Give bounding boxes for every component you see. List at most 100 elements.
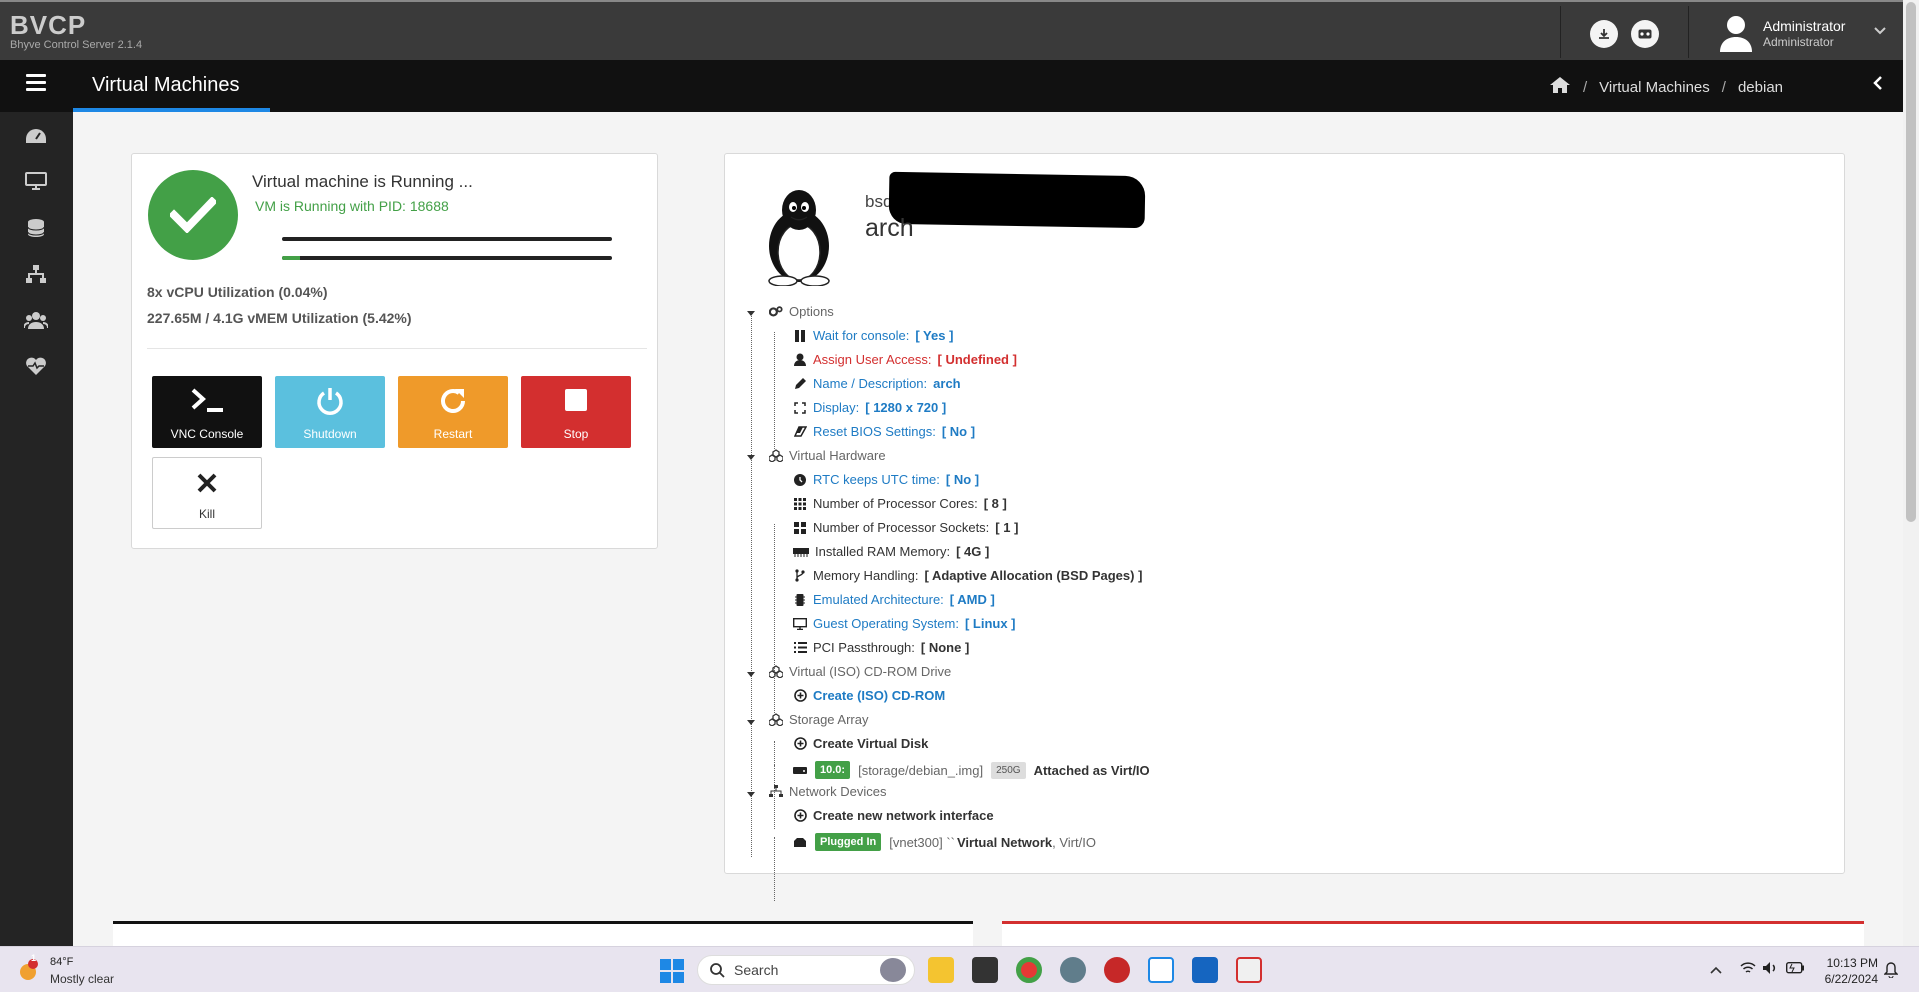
- clock-time[interactable]: 10:13 PM: [1818, 956, 1878, 970]
- nic-item[interactable]: Plugged In [vnet300] `` Virtual Network,…: [793, 833, 1096, 851]
- tree-section-cdrom[interactable]: Virtual (ISO) CD-ROM Drive: [769, 664, 951, 679]
- breadcrumb-item[interactable]: Virtual Machines: [1599, 79, 1710, 96]
- app-icon[interactable]: [1104, 957, 1130, 983]
- chevron-down-icon[interactable]: [1874, 22, 1886, 38]
- snipping-tool-icon[interactable]: [1236, 957, 1262, 983]
- tree-item-pci[interactable]: PCI Passthrough:[ None ]: [793, 640, 969, 655]
- heartbeat-icon[interactable]: [24, 354, 48, 378]
- shutdown-button[interactable]: Shutdown: [275, 376, 385, 448]
- plus-circle-icon: [793, 737, 807, 751]
- mem-bar-fill: [282, 256, 300, 260]
- memory-icon: [793, 545, 809, 559]
- volume-icon[interactable]: [1762, 961, 1778, 980]
- battery-icon[interactable]: [1785, 961, 1804, 979]
- tree-item-assign-user[interactable]: Assign User Access:[ Undefined ]: [793, 352, 1017, 367]
- tree-item-memory-handling[interactable]: Memory Handling:[ Adaptive Allocation (B…: [793, 568, 1142, 583]
- scrollbar-thumb[interactable]: [1906, 2, 1916, 522]
- file-explorer-icon[interactable]: [928, 957, 954, 983]
- windows-start-icon[interactable]: [660, 959, 684, 988]
- tree-section-options[interactable]: Options: [769, 304, 834, 319]
- bell-icon[interactable]: [1883, 962, 1899, 983]
- create-nic-link[interactable]: Create new network interface: [793, 808, 994, 823]
- cpu-utilization: 8x vCPU Utilization (0.04%): [147, 284, 328, 300]
- microchip-icon: [793, 593, 807, 607]
- mem-bar: [282, 256, 612, 260]
- tree-line: [774, 524, 775, 713]
- ethernet-icon: [793, 835, 807, 849]
- users-icon[interactable]: [24, 308, 48, 332]
- status-panel: Virtual machine is Running ... VM is Run…: [131, 153, 658, 549]
- clock-icon: [793, 473, 807, 487]
- tree-section-storage[interactable]: Storage Array: [769, 712, 869, 727]
- collapse-icon[interactable]: [747, 311, 755, 316]
- java-icon[interactable]: [1148, 957, 1174, 983]
- create-cdrom-link[interactable]: Create (ISO) CD-ROM: [793, 688, 945, 703]
- tree-item-sockets[interactable]: Number of Processor Sockets:[ 1 ]: [793, 520, 1018, 535]
- collapse-icon[interactable]: [747, 720, 755, 725]
- linux-tux-icon: [759, 186, 839, 287]
- settings-icon[interactable]: [1060, 957, 1086, 983]
- collapse-icon[interactable]: [1872, 74, 1884, 97]
- cubes-icon: [769, 713, 783, 727]
- kill-button[interactable]: Kill: [152, 457, 262, 529]
- tree-item-display[interactable]: Display:[ 1280 x 720 ]: [793, 400, 946, 415]
- taskbar-search[interactable]: Search: [697, 955, 915, 985]
- tree-section-hardware[interactable]: Virtual Hardware: [769, 448, 886, 463]
- network-icon: [769, 785, 783, 799]
- menu-icon[interactable]: [26, 74, 46, 94]
- monitor-icon[interactable]: [24, 169, 48, 193]
- download-icon[interactable]: [1590, 20, 1618, 48]
- database-icon[interactable]: [24, 216, 48, 240]
- terminal-icon: [152, 386, 262, 414]
- vnc-console-button[interactable]: VNC Console: [152, 376, 262, 448]
- terminal-icon[interactable]: [972, 957, 998, 983]
- wifi-icon[interactable]: [1740, 961, 1756, 980]
- stop-icon: [521, 386, 631, 414]
- chevron-up-icon[interactable]: [1710, 963, 1722, 977]
- tree-item-ram[interactable]: Installed RAM Memory:[ 4G ]: [793, 544, 989, 559]
- tree-line: [774, 837, 775, 901]
- tree-item-wait-console[interactable]: Wait for console:[ Yes ]: [793, 328, 953, 343]
- user-name[interactable]: Administrator: [1763, 18, 1845, 34]
- collapse-icon[interactable]: [747, 792, 755, 797]
- code-branch-icon: [793, 569, 807, 583]
- create-disk-link[interactable]: Create Virtual Disk: [793, 736, 928, 751]
- chrome-icon[interactable]: [1016, 957, 1042, 983]
- search-highlight-icon: [880, 958, 906, 982]
- tree-item-name-description[interactable]: Name / Description: arch: [793, 376, 961, 391]
- tree-item-cores[interactable]: Number of Processor Cores:[ 8 ]: [793, 496, 1007, 511]
- tree-item-rtc[interactable]: RTC keeps UTC time:[ No ]: [793, 472, 979, 487]
- sidebar: [0, 112, 73, 946]
- disk-item[interactable]: 10.0: [storage/debian_.img] 250G Attache…: [793, 761, 1150, 779]
- network-icon[interactable]: [24, 262, 48, 286]
- brand-subtitle: Bhyve Control Server 2.1.4: [10, 39, 143, 51]
- clock-date[interactable]: 6/22/2024: [1818, 972, 1878, 986]
- divider: [147, 348, 647, 349]
- collapse-icon[interactable]: [747, 672, 755, 677]
- weather-badge: 1: [31, 953, 37, 963]
- mem-utilization: 227.65M / 4.1G vMEM Utilization (5.42%): [147, 310, 412, 326]
- dashboard-icon[interactable]: [24, 124, 48, 148]
- vr-icon[interactable]: [1631, 20, 1659, 48]
- search-icon: [710, 963, 725, 981]
- scrollbar[interactable]: [1903, 0, 1919, 946]
- tree-item-architecture[interactable]: Emulated Architecture:[ AMD ]: [793, 592, 995, 607]
- taskbar: 1 84°F Mostly clear Search 10:13 PM 6/22…: [0, 946, 1919, 992]
- restart-button[interactable]: Restart: [398, 376, 508, 448]
- shutdown-label: Shutdown: [303, 427, 357, 441]
- home-icon[interactable]: [1549, 76, 1571, 98]
- user-icon: [793, 353, 807, 367]
- avatar[interactable]: [1718, 14, 1754, 52]
- weather-icon[interactable]: [16, 959, 40, 986]
- tree-item-reset-bios[interactable]: Reset BIOS Settings:[ No ]: [793, 424, 975, 439]
- stop-button[interactable]: Stop: [521, 376, 631, 448]
- tree-item-guest-os[interactable]: Guest Operating System:[ Linux ]: [793, 616, 1016, 631]
- title-underline: [73, 108, 270, 112]
- collapse-icon[interactable]: [747, 455, 755, 460]
- notepad-icon[interactable]: [1192, 957, 1218, 983]
- disk-size: 250G: [991, 761, 1026, 779]
- tree-section-network[interactable]: Network Devices: [769, 784, 887, 799]
- check-icon: [148, 170, 238, 260]
- bottom-panel: [1002, 921, 1864, 946]
- brand[interactable]: BVCP Bhyve Control Server 2.1.4: [10, 10, 142, 51]
